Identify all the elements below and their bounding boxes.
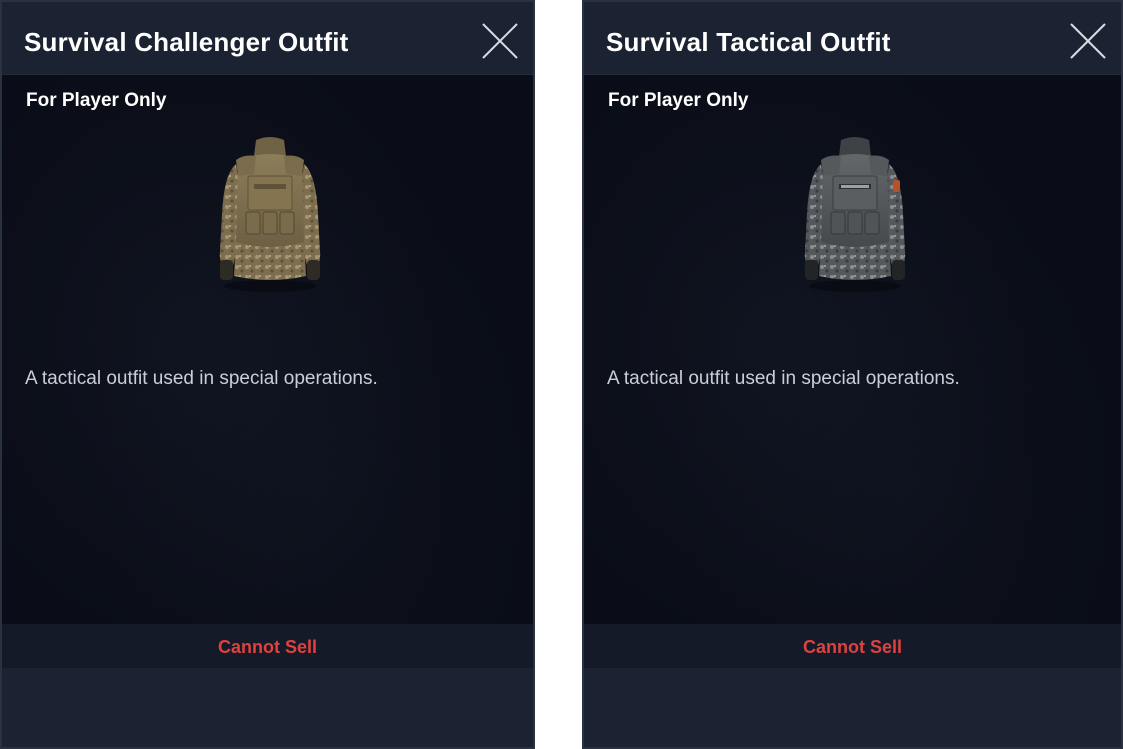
panel-bottom-bar bbox=[584, 668, 1121, 747]
grey-tactical-outfit-icon bbox=[799, 134, 911, 294]
cannot-sell-bar[interactable]: Cannot Sell bbox=[584, 624, 1121, 668]
cannot-sell-bar[interactable]: Cannot Sell bbox=[2, 624, 533, 668]
item-description: A tactical outfit used in special operat… bbox=[607, 368, 960, 389]
panel-bottom-bar bbox=[2, 668, 533, 747]
item-panel-tactical: Survival Tactical Outfit For Player Only bbox=[582, 0, 1123, 749]
item-title: Survival Tactical Outfit bbox=[606, 27, 891, 57]
player-only-label: For Player Only bbox=[608, 90, 749, 111]
close-icon bbox=[482, 23, 518, 59]
close-button[interactable] bbox=[1069, 22, 1107, 60]
item-panel-challenger: Survival Challenger Outfit For Player On… bbox=[0, 0, 535, 749]
close-button[interactable] bbox=[481, 22, 519, 60]
item-title: Survival Challenger Outfit bbox=[24, 27, 349, 57]
cannot-sell-label: Cannot Sell bbox=[217, 637, 317, 657]
item-description: A tactical outfit used in special operat… bbox=[25, 368, 378, 389]
cannot-sell-label: Cannot Sell bbox=[802, 637, 902, 657]
camo-tactical-outfit-icon bbox=[214, 134, 326, 294]
panel-header: Survival Tactical Outfit bbox=[584, 2, 1121, 75]
item-detail-comparison: Survival Challenger Outfit For Player On… bbox=[0, 0, 1123, 749]
close-icon bbox=[1070, 23, 1106, 59]
panel-header: Survival Challenger Outfit bbox=[2, 2, 533, 75]
player-only-label: For Player Only bbox=[26, 90, 167, 111]
